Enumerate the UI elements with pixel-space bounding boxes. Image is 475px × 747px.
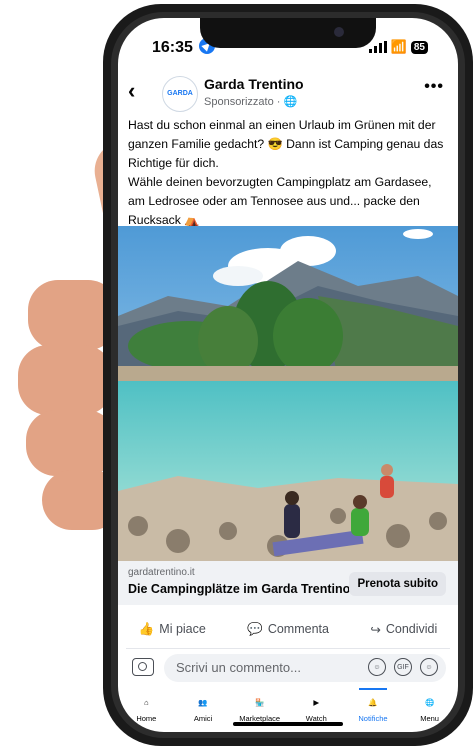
speech-bubble-icon: 💬 — [247, 621, 263, 636]
more-options-icon[interactable]: ••• — [424, 78, 444, 96]
lake-landscape-image — [118, 226, 458, 561]
comment-label: Commenta — [267, 622, 329, 636]
share-button[interactable]: ↪ Condividi — [370, 622, 437, 637]
comment-input[interactable]: Scrivi un commento... ☺ GIF ☺ — [164, 654, 446, 682]
watch-icon: ▶ — [313, 697, 320, 707]
gif-icon[interactable]: GIF — [394, 658, 412, 676]
thumbs-up-icon: 👍 — [138, 621, 155, 636]
avatar-sticker-icon[interactable]: ☺ — [368, 658, 386, 676]
comment-tools: ☺ GIF ☺ — [368, 658, 438, 676]
share-arrow-icon: ↪ — [370, 622, 381, 637]
clock-text: 16:35 — [152, 39, 193, 56]
screen: 16:35 📶 85 ‹ GARDA Garda Trentino Sponso… — [118, 18, 458, 732]
link-domain: gardatrentino.it — [128, 567, 195, 578]
comment-bar: Scrivi un commento... ☺ GIF ☺ — [118, 652, 458, 686]
tab-label: Menu — [420, 714, 439, 723]
caption-line-2: Wähle deinen bevorzugten Campingplatz am… — [128, 175, 432, 227]
comment-button[interactable]: 💬 Commenta — [247, 622, 329, 637]
tab-label: Amici — [193, 714, 213, 723]
home-icon: ⌂ — [144, 697, 149, 707]
signal-icon — [368, 41, 387, 53]
post-header: ‹ GARDA Garda Trentino Sponsorizzato · 🌐… — [118, 74, 458, 118]
marketplace-icon: 🏪 — [254, 697, 265, 707]
camera-dot — [334, 27, 344, 37]
tab-label: Home — [136, 714, 157, 723]
emoji-icon[interactable]: ☺ — [420, 658, 438, 676]
camera-icon[interactable] — [132, 658, 154, 676]
link-title[interactable]: Die Campingplätze im Garda Trentino — [128, 582, 350, 596]
link-preview[interactable]: gardatrentino.it Die Campingplätze im Ga… — [118, 561, 458, 605]
tab-friends[interactable]: 👥 Amici — [175, 690, 231, 732]
like-label: Mi piace — [159, 622, 206, 636]
divider — [126, 648, 450, 649]
post-caption: Hast du schon einmal an einen Urlaub im … — [128, 116, 450, 230]
tab-label: Notifiche — [358, 714, 388, 723]
friends-icon: 👥 — [198, 697, 208, 707]
comment-placeholder: Scrivi un commento... — [176, 660, 301, 675]
home-indicator[interactable] — [233, 722, 343, 726]
page-name[interactable]: Garda Trentino — [204, 76, 304, 92]
back-icon[interactable]: ‹ — [128, 78, 135, 104]
bell-icon: 🔔 — [368, 697, 378, 707]
battery-icon: 85 — [410, 40, 428, 54]
globe-icon: 🌐 — [283, 96, 298, 108]
share-label: Condividi — [385, 622, 438, 636]
tab-menu[interactable]: 🌐 Menu — [402, 690, 458, 732]
wifi-icon: 📶 — [390, 39, 407, 54]
page-avatar[interactable]: GARDA — [162, 76, 198, 112]
notch — [200, 18, 376, 48]
menu-avatar-icon: 🌐 — [424, 697, 435, 707]
caption-line-1: Hast du schon einmal an einen Urlaub im … — [128, 118, 444, 170]
sponsored-text: Sponsorizzato · — [204, 96, 284, 108]
status-icons: 📶 85 — [368, 39, 428, 55]
book-now-button[interactable]: Prenota subito — [349, 572, 446, 596]
phone-frame: 16:35 📶 85 ‹ GARDA Garda Trentino Sponso… — [103, 4, 473, 746]
finger — [18, 345, 113, 415]
tab-notifications[interactable]: 🔔 Notifiche — [345, 688, 401, 732]
tab-home[interactable]: ⌂ Home — [118, 690, 174, 732]
post-actions: 👍 Mi piace 💬 Commenta ↪ Condividi — [118, 614, 458, 644]
post-photo[interactable] — [118, 226, 458, 561]
sponsored-label: Sponsorizzato · 🌐 — [204, 95, 297, 108]
like-button[interactable]: 👍 Mi piace — [139, 622, 206, 637]
